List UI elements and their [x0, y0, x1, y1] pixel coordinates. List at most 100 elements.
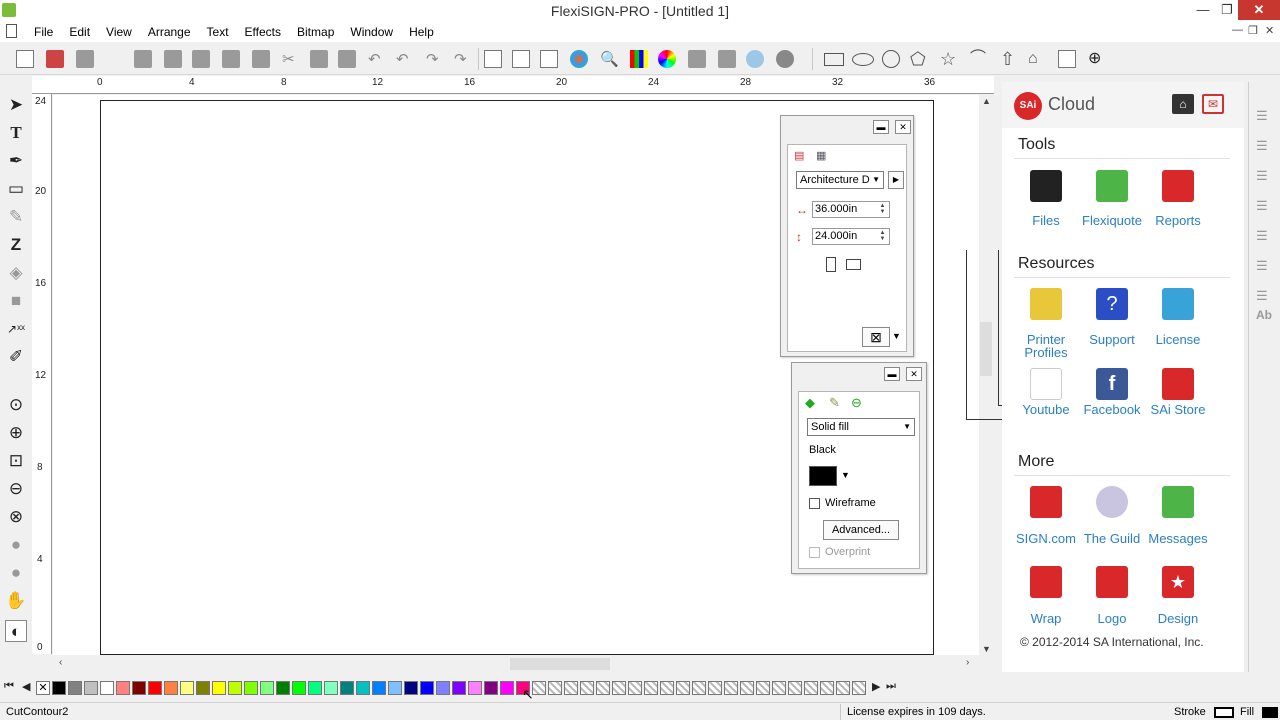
facebook-icon[interactable]: f [1096, 368, 1128, 400]
copy-icon[interactable] [310, 50, 328, 68]
no-color-swatch[interactable]: ✕ [36, 681, 50, 695]
panel-minimize-button[interactable]: ▬ [884, 367, 900, 381]
pattern-swatch[interactable] [852, 681, 866, 695]
layers-icon[interactable] [718, 50, 736, 68]
color-wheel-icon[interactable] [658, 50, 676, 68]
zoom-in-icon[interactable]: ⊕ [5, 422, 27, 444]
home-icon[interactable]: ⌂ [1172, 94, 1194, 114]
export-icon[interactable] [222, 50, 240, 68]
pan-tool-icon[interactable]: ✋ [5, 590, 27, 612]
scroll-left-icon[interactable]: ‹ [59, 657, 62, 668]
cloud-icon[interactable] [776, 50, 794, 68]
palette-swatch[interactable] [228, 681, 242, 695]
arrow-shape-icon[interactable]: ⇧ [1000, 50, 1018, 68]
messages-icon[interactable] [1162, 486, 1194, 518]
flexiquote-icon[interactable] [1096, 170, 1128, 202]
menu-window[interactable]: Window [342, 25, 401, 39]
undo-multi-icon[interactable]: ↶ [396, 50, 414, 68]
document-icon[interactable] [6, 24, 17, 38]
media-x-button[interactable]: ⊠ [862, 327, 890, 347]
align-bottom-icon[interactable]: ☰ [1256, 258, 1274, 274]
align-center-icon[interactable]: ☰ [1256, 138, 1274, 154]
scroll-up-icon[interactable]: ▲ [982, 96, 991, 106]
palette-swatch[interactable] [260, 681, 274, 695]
page-width-field[interactable]: 36.000in ▲ ▼ [812, 201, 890, 218]
palette-next-icon[interactable]: ▶ [872, 680, 880, 693]
eyedropper-tool-icon[interactable]: ✐ [5, 346, 27, 368]
job-list-icon[interactable] [484, 50, 502, 68]
menu-file[interactable]: File [26, 25, 61, 39]
page-height-field[interactable]: 24.000in ▲ ▼ [812, 228, 890, 245]
files-icon[interactable] [1030, 170, 1062, 202]
grid-icon[interactable] [540, 50, 558, 68]
select-tool-icon[interactable]: ➤ [5, 94, 27, 116]
tile-design[interactable]: Design [1138, 612, 1218, 625]
pattern-swatch[interactable] [708, 681, 722, 695]
media-dropdown-icon[interactable]: ▼ [892, 331, 901, 341]
palette-prev-icon[interactable]: ◀ [22, 680, 30, 693]
palette-swatch[interactable] [68, 681, 82, 695]
advanced-button[interactable]: Advanced... [823, 520, 899, 540]
wireframe-checkbox[interactable] [809, 498, 820, 509]
cut-icon[interactable]: ✂ [282, 50, 300, 68]
printer-profiles-icon[interactable] [1030, 288, 1062, 320]
bezier-tool-icon[interactable]: ✎ [5, 206, 27, 228]
mail-icon[interactable]: ✉ [1202, 94, 1224, 114]
tile-license[interactable]: License [1138, 333, 1218, 346]
rectangle-shape-icon[interactable] [824, 53, 844, 66]
zoom-previous-icon[interactable]: ● [5, 562, 27, 584]
palette-swatch[interactable] [420, 681, 434, 695]
landscape-icon[interactable] [846, 259, 861, 270]
fill-tab-icon[interactable]: ◆ [805, 395, 815, 411]
pattern-swatch[interactable] [740, 681, 754, 695]
pattern-swatch[interactable] [756, 681, 770, 695]
paste-icon[interactable] [338, 50, 356, 68]
align-right-icon[interactable]: ☰ [1256, 168, 1274, 184]
palette-swatch[interactable] [484, 681, 498, 695]
panel-close-button[interactable]: ✕ [906, 367, 922, 381]
doc-close-icon[interactable]: ✕ [1265, 24, 1274, 37]
print-icon[interactable] [134, 50, 152, 68]
menu-view[interactable]: View [98, 25, 140, 39]
star-shape-icon[interactable]: ☆ [940, 50, 958, 68]
menu-help[interactable]: Help [401, 25, 442, 39]
page-tab-icon[interactable]: ▤ [794, 149, 804, 162]
palette-swatch[interactable] [100, 681, 114, 695]
minimize-button[interactable]: — [1190, 0, 1216, 20]
menu-edit[interactable]: Edit [61, 25, 98, 39]
the-guild-icon[interactable] [1096, 486, 1128, 518]
fill-stroke-icon[interactable]: ◐ [5, 620, 27, 642]
media-tab-icon[interactable]: ▦ [816, 149, 826, 162]
palette-swatch[interactable] [468, 681, 482, 695]
pattern-swatch[interactable] [564, 681, 578, 695]
pattern-swatch[interactable] [692, 681, 706, 695]
fill-color-dropdown-icon[interactable]: ▼ [841, 470, 850, 480]
palette-swatch[interactable] [244, 681, 258, 695]
palette-swatch[interactable] [372, 681, 386, 695]
fill-swatch[interactable] [1262, 707, 1278, 718]
palette-swatch[interactable] [52, 681, 66, 695]
pattern-swatch[interactable] [596, 681, 610, 695]
new-icon[interactable] [16, 50, 34, 68]
menu-bitmap[interactable]: Bitmap [289, 25, 342, 39]
open-icon[interactable] [46, 50, 64, 68]
fill-type-select[interactable]: Solid fill ▼ [807, 418, 915, 436]
pattern-swatch[interactable] [724, 681, 738, 695]
palette-swatch[interactable] [148, 681, 162, 695]
rip-icon[interactable] [688, 50, 706, 68]
vertical-scrollbar-thumb[interactable] [980, 322, 992, 376]
burst-shape-icon[interactable] [1058, 50, 1076, 68]
palette-swatch[interactable] [84, 681, 98, 695]
polygon-shape-icon[interactable]: ⬠ [910, 50, 928, 68]
palette-swatch[interactable] [164, 681, 178, 695]
save-icon[interactable] [76, 50, 94, 68]
send-icon[interactable] [164, 50, 182, 68]
sai-store-icon[interactable] [1162, 368, 1194, 400]
palette-swatch[interactable] [196, 681, 210, 695]
portrait-icon[interactable] [826, 257, 836, 272]
zoom-page-icon[interactable]: ⊡ [5, 450, 27, 472]
palette-swatch[interactable] [276, 681, 290, 695]
pattern-swatch[interactable] [580, 681, 594, 695]
close-button[interactable]: ✕ [1238, 0, 1280, 20]
palette-swatch[interactable] [500, 681, 514, 695]
